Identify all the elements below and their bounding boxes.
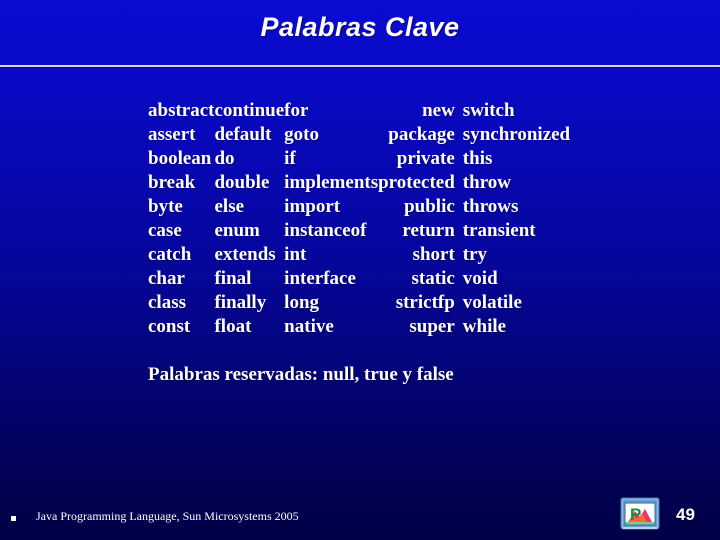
keyword-cell: volatile: [462, 292, 522, 313]
keyword-cell: continue: [214, 100, 285, 121]
java-keywords-table: abstract continue for new switch assert …: [148, 99, 570, 339]
table-row: const float native super while: [148, 315, 570, 339]
keyword-cell: assert: [148, 124, 196, 145]
keyword-cell: catch: [148, 244, 192, 265]
keyword-cell: case: [148, 220, 182, 241]
keyword-cell: static: [411, 268, 455, 289]
table-row: break double implements protected throw: [148, 171, 570, 195]
keyword-cell: native: [284, 316, 334, 337]
page-title: Palabras Clave: [260, 12, 460, 42]
keyword-cell: throw: [462, 172, 512, 193]
keyword-cell: finally: [214, 292, 267, 313]
keyword-cell: while: [462, 316, 507, 337]
table-row: class finally long strictfp volatile: [148, 291, 570, 315]
keyword-cell: long: [284, 292, 320, 313]
square-bullet-icon: [11, 516, 16, 521]
keyword-cell: do: [214, 148, 235, 169]
keyword-cell: boolean: [148, 148, 212, 169]
footer-source-text: Java Programming Language, Sun Microsyst…: [36, 509, 299, 523]
table-row: assert default goto package synchronized: [148, 123, 570, 147]
slide-canvas: Palabras Clave abstract continue for new…: [0, 0, 720, 540]
keyword-cell: switch: [462, 100, 515, 121]
keyword-cell: else: [214, 196, 245, 217]
keyword-cell: public: [404, 196, 455, 217]
keyword-cell: new: [422, 100, 455, 121]
title-divider: [0, 65, 720, 67]
keyword-cell: default: [214, 124, 272, 145]
reserved-literals-note: Palabras reservadas: null, true y false: [148, 364, 454, 385]
keyword-cell: this: [462, 148, 493, 169]
keyword-cell: interface: [284, 268, 356, 289]
keyword-cell: private: [396, 148, 455, 169]
keyword-cell: extends: [214, 244, 276, 265]
keyword-cell: byte: [148, 196, 183, 217]
keyword-cell: strictfp: [395, 292, 455, 313]
svg-text:P: P: [630, 505, 641, 524]
keyword-cell: double: [214, 172, 270, 193]
keyword-cell: implements: [284, 172, 379, 193]
keyword-cell: const: [148, 316, 191, 337]
keyword-cell: goto: [284, 124, 319, 145]
keyword-cell: void: [462, 268, 498, 289]
keyword-cell: class: [148, 292, 186, 313]
slide-number: 49: [676, 505, 695, 524]
keyword-cell: super: [409, 316, 455, 337]
keyword-cell: for: [284, 100, 309, 121]
table-row: case enum instanceof return transient: [148, 219, 570, 243]
keyword-cell: return: [402, 220, 455, 241]
keyword-cell: import: [284, 196, 341, 217]
keyword-cell: throws: [462, 196, 519, 217]
keyword-cell: synchronized: [462, 124, 571, 145]
keyword-cell: int: [284, 244, 307, 265]
table-row: char final interface static void: [148, 267, 570, 291]
keyword-cell: protected: [378, 172, 455, 193]
powerpoint-icon[interactable]: P: [620, 497, 660, 530]
keyword-cell: try: [462, 244, 488, 265]
table-row: byte else import public throws: [148, 195, 570, 219]
keyword-cell: break: [148, 172, 196, 193]
keyword-cell: abstract: [148, 100, 215, 121]
keyword-cell: instanceof: [284, 220, 367, 241]
keyword-cell: package: [388, 124, 455, 145]
keyword-cell: short: [412, 244, 455, 265]
table-row: boolean do if private this: [148, 147, 570, 171]
table-row: catch extends int short try: [148, 243, 570, 267]
keyword-cell: transient: [462, 220, 536, 241]
keyword-cell: enum: [214, 220, 260, 241]
keyword-cell: char: [148, 268, 185, 289]
keyword-cell: if: [284, 148, 296, 169]
keyword-cell: final: [214, 268, 252, 289]
table-row: abstract continue for new switch: [148, 99, 570, 123]
keyword-cell: float: [214, 316, 252, 337]
